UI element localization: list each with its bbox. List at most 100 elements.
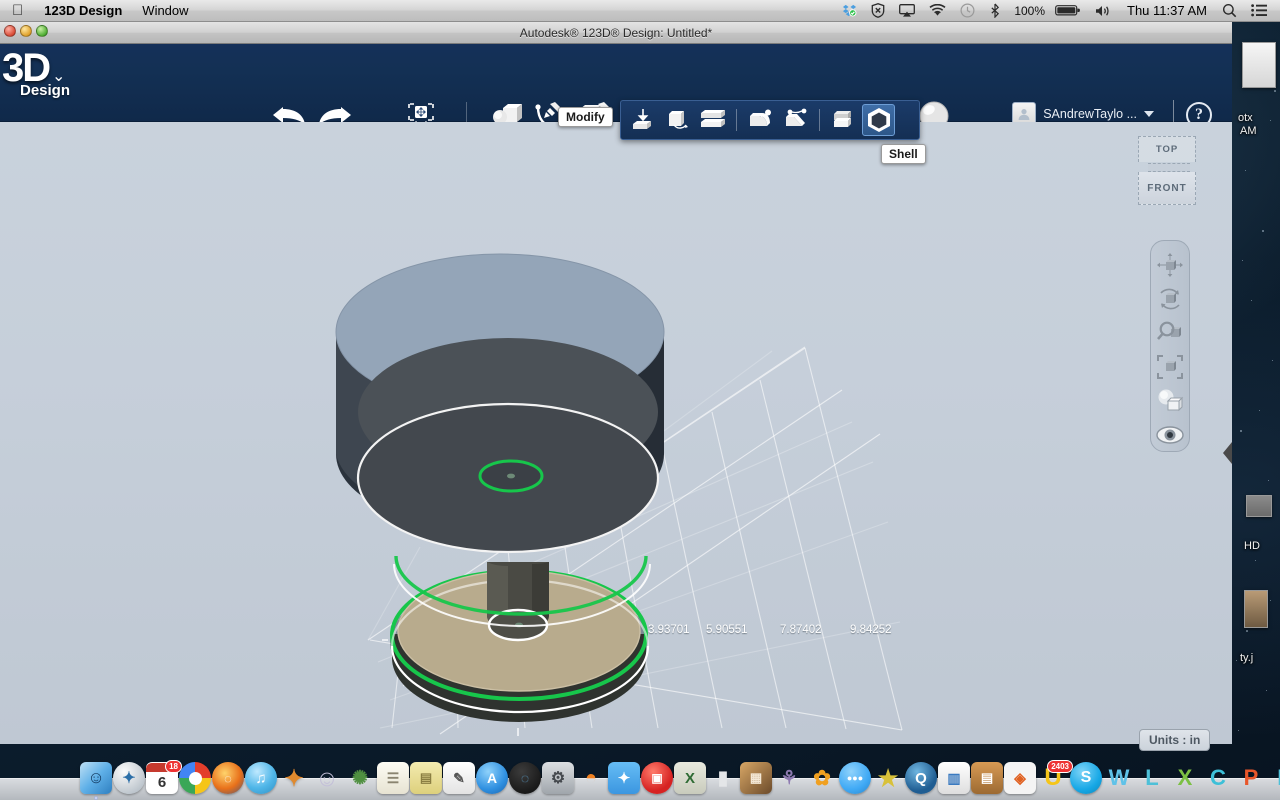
dock-item-sketch-tool[interactable]: ⚘ (773, 762, 805, 794)
desktop-icon-label: AM (1240, 125, 1257, 137)
dock-item-letter-w[interactable]: W (1103, 762, 1135, 794)
panel-collapse-arrow-icon[interactable] (1223, 442, 1232, 464)
window-zoom-button[interactable] (36, 25, 48, 37)
dock-item-keynote[interactable]: ▥ (938, 762, 970, 794)
dropbox-icon[interactable] (835, 0, 864, 22)
bluetooth-icon[interactable] (982, 0, 1008, 22)
dock-item-excel[interactable]: X (674, 762, 706, 794)
dock-item-firefox[interactable]: ◌ (212, 762, 244, 794)
dock-item-finder[interactable]: ☺ (80, 762, 112, 794)
dock-item-iphone-config[interactable]: ▮ (707, 762, 739, 794)
window-title: Autodesk® 123D® Design: Untitled* (520, 26, 712, 40)
dock-item-system-preferences[interactable]: ⚙ (542, 762, 574, 794)
dock-item-letter-x[interactable]: X (1169, 762, 1201, 794)
dock-item-app-store[interactable]: A (476, 762, 508, 794)
running-indicator (94, 796, 98, 800)
dock-items: ☺ ✦ 618 ◌ ♫ ✦ ☺ ✺ ☰ ▤ ✎ A ◌ ⚙ ◓ ✦ ▣ X ▮ … (0, 756, 1280, 794)
ruler-label: 7.87402 (780, 624, 822, 636)
viewcube-front-face[interactable]: FRONT (1138, 172, 1196, 205)
viewcube[interactable]: TOP FRONT (1132, 132, 1204, 210)
units-badge[interactable]: Units : in (1139, 729, 1210, 751)
viewport-grid (0, 122, 1232, 744)
eye-visibility-icon[interactable] (1154, 420, 1186, 451)
notification-center-icon[interactable] (1244, 0, 1274, 22)
dock-item-mixed-in-key[interactable]: ◌ (509, 762, 541, 794)
battery-icon[interactable] (1048, 0, 1088, 22)
desktop-icon-label: HD (1244, 540, 1260, 552)
pan-icon[interactable] (1154, 249, 1186, 280)
menu-window[interactable]: Window (132, 0, 198, 22)
wifi-icon[interactable] (922, 0, 953, 22)
modify-split-face-button[interactable] (696, 104, 729, 136)
dock-item-letter-p[interactable]: P (1235, 762, 1267, 794)
dock-item-twitter[interactable]: ✦ (608, 762, 640, 794)
dock-item-screen-recorder[interactable]: ▣ (641, 762, 673, 794)
modify-fillet-button[interactable] (744, 104, 777, 136)
modify-submenu-panel[interactable] (620, 100, 920, 140)
dock-item-ulysses[interactable]: U2403 (1037, 762, 1069, 794)
viewcube-top-face[interactable]: TOP (1138, 136, 1196, 162)
fit-to-view-icon[interactable] (1154, 352, 1186, 383)
timemachine-icon[interactable] (953, 0, 982, 22)
dock-item-chrome[interactable] (179, 762, 211, 794)
dock-item-bug-app[interactable]: ✺ (344, 762, 376, 794)
modify-chamfer-button[interactable] (779, 104, 812, 136)
dock-item-itunes[interactable]: ♫ (245, 762, 277, 794)
apple-menu-icon[interactable]:  (0, 0, 34, 22)
dock-item-unity[interactable]: ✿ (806, 762, 838, 794)
modify-shell-button[interactable] (862, 104, 895, 136)
viewcube-edge[interactable] (1148, 163, 1190, 172)
shield-icon[interactable] (864, 0, 892, 22)
dock-item-sketchup[interactable]: ◈ (1004, 762, 1036, 794)
app-logo[interactable]: 3D Design ⌄ (2, 50, 92, 110)
dock-item-imovie[interactable]: ★ (872, 762, 904, 794)
window-close-button[interactable] (4, 25, 16, 37)
chevron-down-icon[interactable] (1144, 111, 1154, 117)
dock-item-skype[interactable]: S (1070, 762, 1102, 794)
desktop-file-thumbnail[interactable] (1242, 42, 1276, 88)
modify-menu-title-tooltip: Modify (558, 107, 613, 127)
shell-tooltip: Shell (881, 144, 926, 164)
dock-item-calendar[interactable]: 618 (146, 762, 178, 794)
dock-item-letter-c[interactable]: C (1202, 762, 1234, 794)
mac-dock[interactable]: ☺ ✦ 618 ◌ ♫ ✦ ☺ ✺ ☰ ▤ ✎ A ◌ ⚙ ◓ ✦ ▣ X ▮ … (0, 756, 1280, 800)
dock-item-blender[interactable]: ◓ (575, 762, 607, 794)
dock-item-quicktime[interactable]: Q (905, 762, 937, 794)
window-minimize-button[interactable] (20, 25, 32, 37)
volume-icon[interactable] (1088, 0, 1119, 22)
modify-tweak-button[interactable] (661, 104, 694, 136)
dock-item-stickies[interactable]: ▤ (410, 762, 442, 794)
chevron-down-icon[interactable]: ⌄ (52, 66, 65, 86)
dock-item-makerbot[interactable]: ☺ (311, 762, 343, 794)
logo-3d-text: 3D (2, 50, 92, 86)
modify-press-pull-button[interactable] (626, 104, 659, 136)
orbit-icon[interactable] (1154, 283, 1186, 314)
spotlight-search-icon[interactable] (1215, 0, 1244, 22)
battery-percent: 100% (1008, 0, 1048, 22)
zoom-magnifier-icon[interactable] (1154, 317, 1186, 348)
ruler-label: 9.84252 (850, 624, 892, 636)
window-title-bar: Autodesk® 123D® Design: Untitled* (0, 22, 1232, 44)
ruler-label: 5.90551 (706, 624, 748, 636)
navigation-toolbar[interactable] (1150, 240, 1190, 452)
application-window: Autodesk® 123D® Design: Untitled* 3D Des… (0, 22, 1232, 744)
desktop-image-thumbnail[interactable] (1244, 590, 1268, 628)
window-controls (4, 25, 48, 37)
dock-item-photos[interactable]: ▦ (740, 762, 772, 794)
dock-item-textedit[interactable]: ✎ (443, 762, 475, 794)
dock-item-safari[interactable]: ✦ (113, 762, 145, 794)
user-name-label: SAndrewTaylo ... (1043, 107, 1137, 121)
menu-clock[interactable]: Thu 11:37 AM (1119, 0, 1215, 22)
dock-item-messages[interactable]: ●●● (839, 762, 871, 794)
airplay-icon[interactable] (892, 0, 922, 22)
desktop-drive-thumbnail[interactable] (1246, 495, 1272, 517)
menu-app-name[interactable]: 123D Design (34, 0, 132, 22)
view-styles-icon[interactable] (1154, 386, 1186, 417)
dock-item-letter-l2[interactable]: L (1268, 762, 1280, 794)
dock-item-presentation[interactable]: ▤ (971, 762, 1003, 794)
3d-viewport[interactable]: 3.93701 5.90551 7.87402 9.84252 TOP FRON… (0, 122, 1232, 744)
dock-item-notes[interactable]: ☰ (377, 762, 409, 794)
dock-item-letter-l[interactable]: L (1136, 762, 1168, 794)
dock-item-maya[interactable]: ✦ (278, 762, 310, 794)
modify-split-solid-button[interactable] (827, 104, 860, 136)
